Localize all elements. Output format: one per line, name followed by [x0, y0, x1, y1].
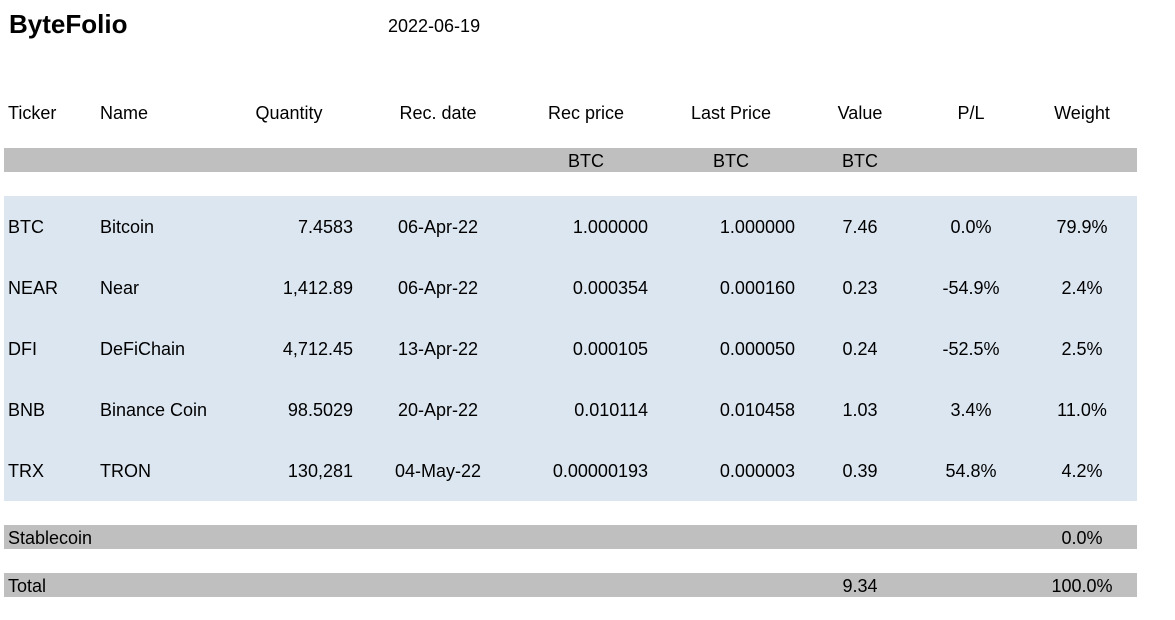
total-weight: 100.0% — [1051, 576, 1113, 596]
cell-rec-price: 0.000354 — [572, 278, 648, 298]
cell-last-price: 0.000003 — [719, 461, 795, 481]
cell-quantity: 7.4583 — [297, 217, 353, 237]
cell-last-price: 0.010458 — [719, 400, 795, 420]
cell-rec-price: 0.000105 — [572, 339, 648, 359]
cell-rec-price: 0.010114 — [574, 400, 648, 420]
total-label: Total — [8, 576, 47, 596]
report-date: 2022-06-19 — [388, 16, 481, 36]
cell-pl: 0.0% — [950, 217, 992, 237]
cell-last-price: 1.000000 — [719, 217, 795, 237]
cell-name: TRON — [100, 461, 151, 481]
cell-last-price: 0.000050 — [719, 339, 795, 359]
cell-pl: 3.4% — [950, 400, 992, 420]
cell-value: 7.46 — [842, 217, 878, 237]
cell-rec-date: 04-May-22 — [394, 461, 482, 481]
unit-rec-price: BTC — [568, 151, 604, 171]
stablecoin-row — [4, 525, 1137, 549]
cell-quantity: 98.5029 — [287, 400, 353, 420]
cell-ticker: BTC — [8, 217, 44, 237]
cell-value: 1.03 — [842, 400, 878, 420]
cell-rec-date: 20-Apr-22 — [397, 400, 479, 420]
cell-weight: 2.4% — [1061, 278, 1103, 298]
stablecoin-label: Stablecoin — [8, 528, 93, 548]
total-row — [4, 573, 1137, 597]
stablecoin-weight: 0.0% — [1061, 528, 1103, 548]
cell-ticker: TRX — [8, 461, 44, 481]
cell-pl: -52.5% — [942, 339, 1000, 359]
cell-pl: 54.8% — [945, 461, 997, 481]
unit-value: BTC — [842, 151, 878, 171]
cell-quantity: 4,712.45 — [282, 339, 353, 359]
header-rec-date: Rec. date — [399, 103, 477, 123]
header-name: Name — [100, 103, 149, 123]
cell-quantity: 1,412.89 — [282, 278, 353, 298]
cell-rec-price: 0.00000193 — [552, 461, 648, 481]
header-last-price: Last Price — [690, 103, 772, 123]
page-title: ByteFolio — [9, 9, 128, 39]
cell-weight: 79.9% — [1056, 217, 1108, 237]
cell-rec-date: 06-Apr-22 — [397, 217, 479, 237]
cell-value: 0.39 — [842, 461, 878, 481]
cell-name: Bitcoin — [100, 217, 155, 237]
header-ticker: Ticker — [8, 103, 57, 123]
cell-value: 0.23 — [842, 278, 878, 298]
total-value: 9.34 — [842, 576, 878, 596]
header-rec-price: Rec price — [547, 103, 625, 123]
cell-ticker: BNB — [8, 400, 46, 420]
header-value: Value — [837, 103, 883, 123]
header-weight: Weight — [1054, 103, 1110, 123]
cell-ticker: DFI — [8, 339, 37, 359]
cell-weight: 4.2% — [1061, 461, 1103, 481]
header-quantity: Quantity — [255, 103, 323, 123]
cell-pl: -54.9% — [942, 278, 1000, 298]
cell-last-price: 0.000160 — [719, 278, 795, 298]
header-pl: P/L — [957, 103, 985, 123]
unit-last-price: BTC — [713, 151, 749, 171]
cell-quantity: 130,281 — [287, 461, 353, 481]
cell-rec-date: 13-Apr-22 — [397, 339, 479, 359]
cell-weight: 11.0% — [1057, 400, 1107, 420]
cell-name: DeFiChain — [100, 339, 186, 359]
cell-ticker: NEAR — [8, 278, 59, 298]
cell-rec-price: 1.000000 — [572, 217, 648, 237]
cell-weight: 2.5% — [1061, 339, 1103, 359]
cell-value: 0.24 — [842, 339, 878, 359]
cell-name: Near — [100, 278, 140, 298]
cell-name: Binance Coin — [100, 400, 208, 420]
cell-rec-date: 06-Apr-22 — [397, 278, 479, 298]
